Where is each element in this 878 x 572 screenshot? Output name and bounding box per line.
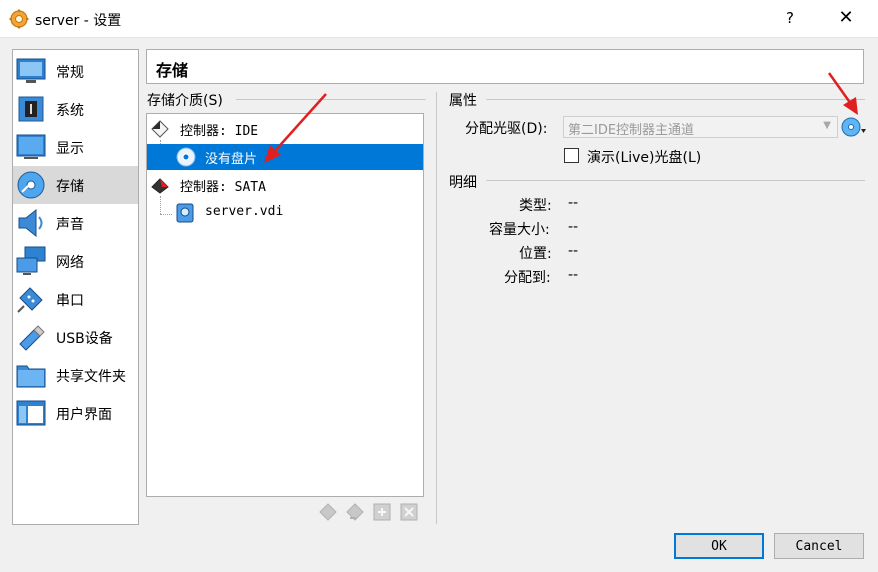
details-group-divider: [486, 180, 865, 181]
sidebar-item-usb[interactable]: USB设备: [13, 318, 138, 356]
sata-controller-icon: [151, 178, 169, 194]
storage-toolbar: [318, 502, 420, 522]
chip-icon: [18, 96, 44, 122]
drive-label: 分配光驱(D):: [465, 121, 548, 137]
chevron-down-icon: ▼: [823, 120, 831, 131]
detail-attached-value: --: [568, 267, 579, 283]
sidebar-item-audio[interactable]: 声音: [13, 204, 138, 242]
network-icon: [16, 246, 46, 275]
close-button[interactable]: ✕: [836, 7, 856, 28]
remove-controller-icon[interactable]: [345, 502, 366, 522]
tree-item-sata-controller[interactable]: 控制器: SATA: [147, 172, 423, 198]
sidebar-item-serial[interactable]: 串口: [13, 280, 138, 318]
details-group-label: 明细: [449, 175, 477, 191]
sidebar-item-shared-folders[interactable]: 共享文件夹: [13, 356, 138, 394]
ide-controller-icon: [151, 120, 169, 138]
sidebar-item-system[interactable]: 系统: [13, 90, 138, 128]
detail-type-value: --: [568, 195, 579, 211]
detail-location-label: 位置:: [519, 246, 552, 262]
usb-icon: [19, 325, 45, 351]
help-button[interactable]: ?: [780, 9, 800, 27]
sidebar-item-storage[interactable]: 存储: [13, 166, 138, 204]
attributes-group-divider: [486, 99, 865, 100]
pane-separator: [436, 92, 437, 524]
storage-group-label: 存储介质(S): [147, 93, 223, 109]
speaker-icon: [18, 208, 43, 238]
attributes-group-label: 属性: [449, 93, 477, 109]
ok-button[interactable]: OK: [674, 533, 764, 559]
sidebar-item-user-interface[interactable]: 用户界面: [13, 394, 138, 432]
page-title-box: 存储: [146, 49, 864, 84]
hard-disk-icon: [176, 203, 194, 223]
gear-icon: [9, 9, 29, 29]
detail-attached-label: 分配到:: [504, 270, 551, 286]
add-controller-icon[interactable]: [318, 502, 339, 522]
detail-location-value: --: [568, 243, 579, 259]
detail-size-label: 容量大小:: [489, 222, 550, 238]
storage-group-divider: [236, 99, 426, 100]
display-icon: [16, 134, 46, 159]
detail-size-value: --: [568, 219, 579, 235]
add-attachment-icon[interactable]: [372, 502, 393, 522]
cancel-button[interactable]: Cancel: [774, 533, 864, 559]
optical-disc-icon: [176, 147, 196, 167]
tree-item-empty-optical[interactable]: 没有盘片: [147, 144, 423, 170]
folder-icon: [16, 365, 46, 388]
title-bar: server - 设置 ? ✕: [0, 0, 878, 38]
category-list: 常规 系统 显示 存储 声音 网络 串口 USB设备 共享文件夹 用户界面: [12, 49, 139, 525]
page-title: 存储: [156, 61, 189, 80]
dropdown-arrow-icon: [861, 129, 866, 133]
sidebar-item-network[interactable]: 网络: [13, 242, 138, 280]
storage-disc-icon: [17, 171, 45, 199]
detail-type-label: 类型:: [519, 198, 552, 214]
drive-select[interactable]: 第二IDE控制器主通道 ▼: [563, 116, 838, 138]
serial-port-icon: [17, 287, 43, 313]
window-title: server - 设置: [35, 13, 122, 29]
live-cd-checkbox[interactable]: [564, 148, 579, 163]
tree-item-server-vdi[interactable]: server.vdi: [147, 200, 423, 226]
monitor-icon: [16, 58, 46, 83]
sidebar-item-display[interactable]: 显示: [13, 128, 138, 166]
window-icon: [16, 400, 46, 426]
live-cd-label[interactable]: 演示(Live)光盘(L): [587, 147, 701, 167]
remove-attachment-icon[interactable]: [399, 502, 420, 522]
storage-tree: 控制器: IDE 没有盘片 控制器: SATA server.vdi: [146, 113, 424, 497]
tree-item-ide-controller[interactable]: 控制器: IDE: [147, 116, 423, 142]
sidebar-item-general[interactable]: 常规: [13, 52, 138, 90]
choose-disc-button[interactable]: [841, 116, 867, 138]
